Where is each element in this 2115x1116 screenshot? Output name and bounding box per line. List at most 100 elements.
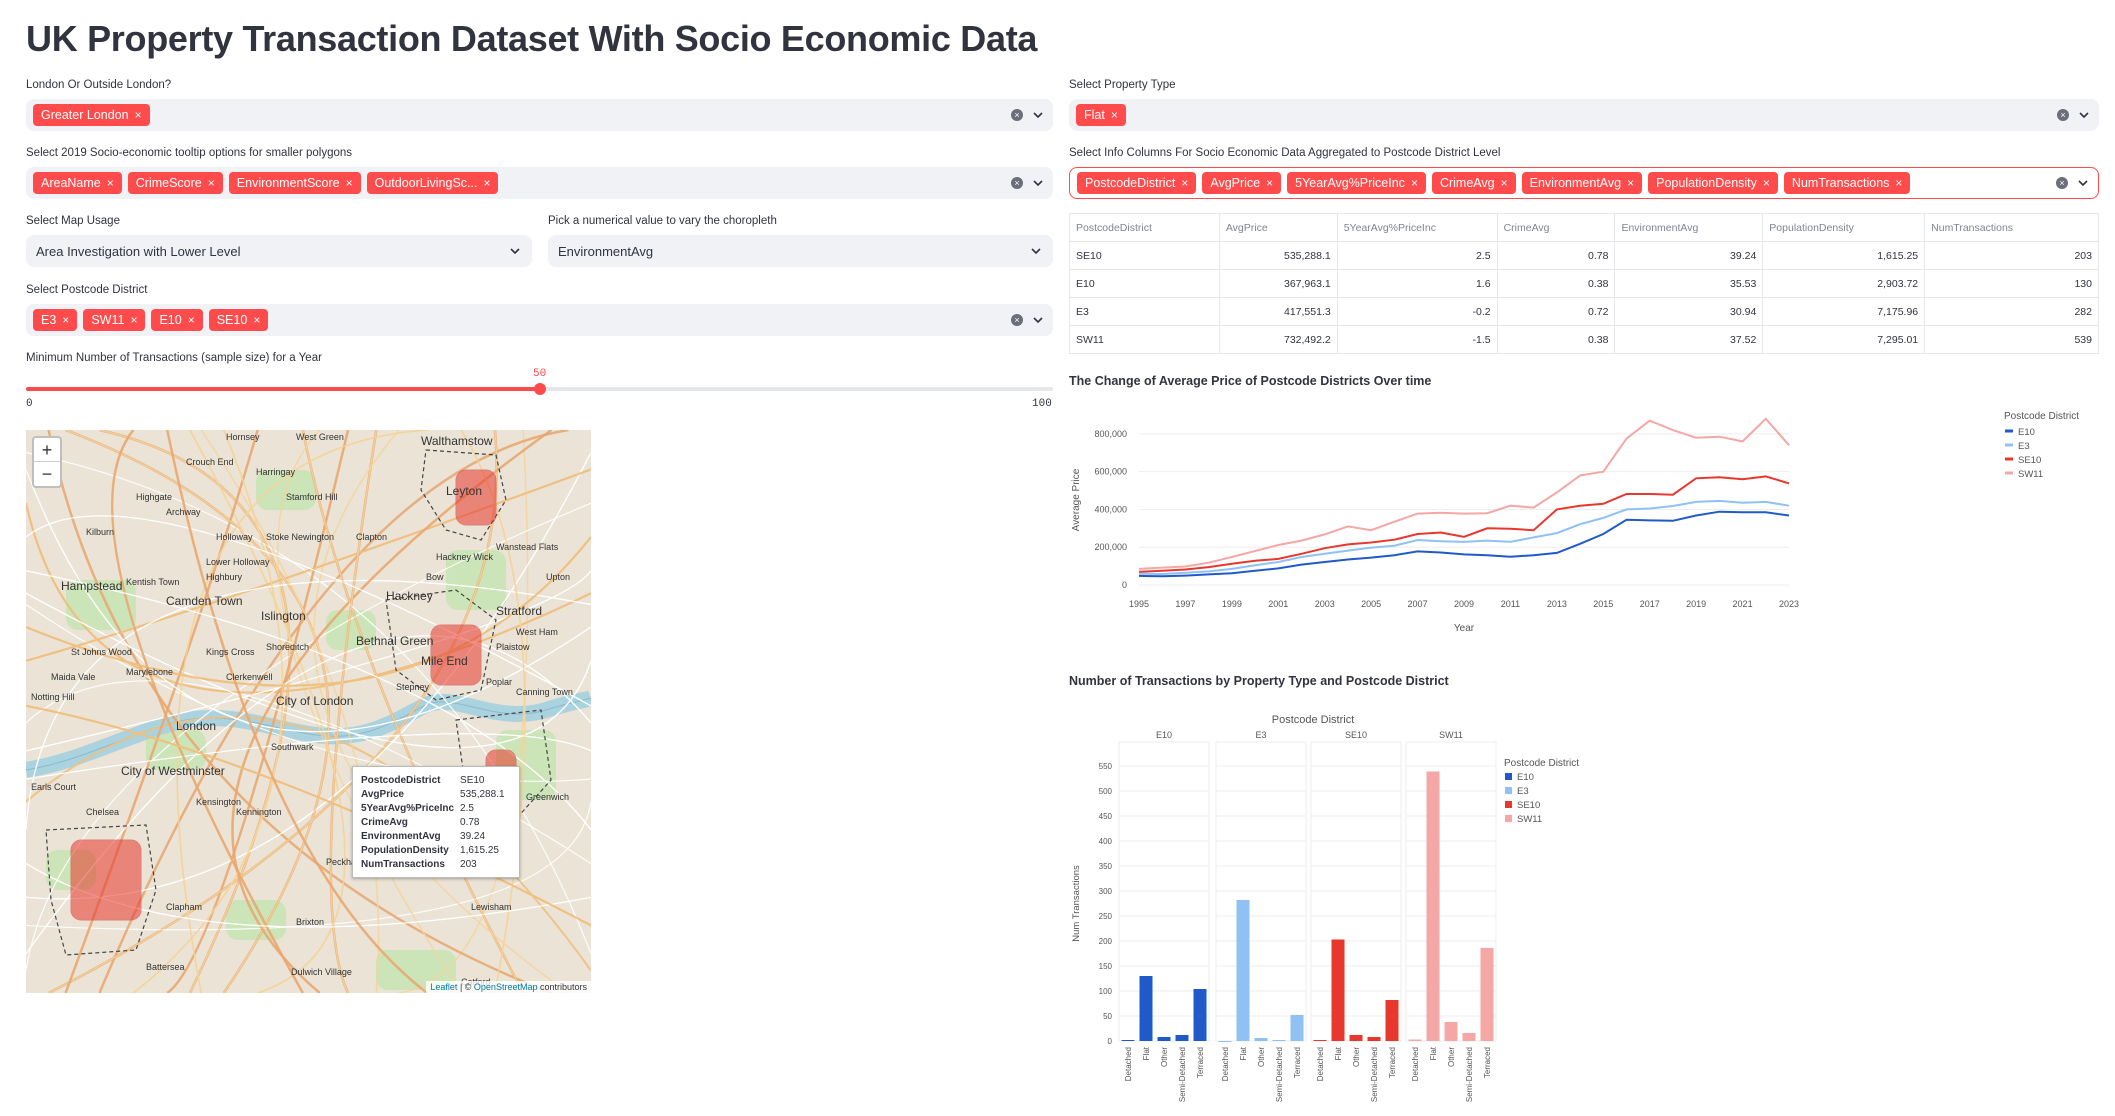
remove-tag-icon[interactable]: × [1501,176,1508,190]
info-column-tag[interactable]: AvgPrice × [1202,172,1282,194]
osm-link[interactable]: OpenStreetMap [474,982,538,992]
data-table[interactable]: PostcodeDistrict AvgPrice 5YearAvg%PriceIn… [1069,213,2099,354]
remove-tag-icon[interactable]: × [1111,108,1118,122]
clear-icon[interactable]: × [2057,109,2069,121]
series-line-SE10[interactable] [1138,475,1790,573]
tooltip-option-tag[interactable]: CrimeScore × [127,172,223,194]
table-header[interactable]: CrimeAvg [1496,213,1616,242]
table-header[interactable]: PostcodeDistrict [1069,213,1220,242]
bar-E10-Detached[interactable] [1121,1040,1135,1041]
bar-E3-Semi-Detached[interactable] [1272,1040,1286,1041]
london-multiselect[interactable]: Greater London × × [26,99,1053,131]
table-header[interactable]: 5YearAvg%PriceInc [1336,213,1498,242]
property-type-multiselect[interactable]: Flat × × [1069,99,2099,131]
chevron-down-icon[interactable] [510,246,520,256]
bar-SW11-Other[interactable] [1444,1022,1458,1041]
legend-item[interactable]: E10 [2018,427,2035,438]
info-column-tag[interactable]: 5YearAvg%PriceInc × [1287,172,1426,194]
clear-icon[interactable]: × [1011,314,1023,326]
postcode-tag[interactable]: E10 × [151,309,203,331]
clear-icon[interactable]: × [1011,177,1023,189]
postcode-tag[interactable]: E3 × [33,309,78,331]
bar-SE10-Other[interactable] [1349,1035,1363,1041]
remove-tag-icon[interactable]: × [1266,176,1273,190]
remove-tag-icon[interactable]: × [483,176,490,190]
leaflet-link[interactable]: Leaflet [430,982,457,992]
tooltip-option-tag[interactable]: OutdoorLivingSc... × [366,172,499,194]
chevron-down-icon[interactable] [1031,246,1041,256]
postcode-multiselect[interactable]: E3 × SW11 × E10 × SE10 × × [26,304,1053,336]
remove-tag-icon[interactable]: × [130,313,137,327]
remove-tag-icon[interactable]: × [208,176,215,190]
bar-SW11-Terraced[interactable] [1480,948,1494,1041]
legend-item[interactable]: SE10 [1517,800,1540,811]
bar-chart[interactable]: Postcode District 0 50 100 150 200 250 300 350 40… [1069,696,2099,1111]
tooltip-option-tag[interactable]: EnvironmentScore × [228,172,361,194]
table-header[interactable]: EnvironmentAvg [1614,213,1764,242]
remove-tag-icon[interactable]: × [1895,176,1902,190]
remove-tag-icon[interactable]: × [1411,176,1418,190]
london-tag[interactable]: Greater London × [33,104,150,126]
series-line-SW11[interactable] [1138,417,1790,570]
info-column-tag[interactable]: NumTransactions × [1783,172,1911,194]
remove-tag-icon[interactable]: × [1181,176,1188,190]
bar-SE10-Flat[interactable] [1331,939,1345,1042]
property-type-tag[interactable]: Flat × [1076,104,1126,126]
clear-icon[interactable]: × [1011,109,1023,121]
series-line-E10[interactable] [1138,510,1790,578]
tooltip-option-tag[interactable]: AreaName × [33,172,122,194]
bar-E3-Terraced[interactable] [1290,1015,1304,1041]
bar-E3-Other[interactable] [1254,1038,1268,1041]
info-column-tag[interactable]: CrimeAvg × [1431,172,1516,194]
line-chart[interactable]: 0 200,000 400,000 600,000 800,000 1995 1997 199… [1069,395,2099,645]
map-usage-select[interactable]: Area Investigation with Lower Level [26,235,532,267]
bar-E10-Semi-Detached[interactable] [1175,1035,1189,1041]
table-header[interactable]: AvgPrice [1218,213,1338,242]
table-row[interactable]: E3 417,551.3 -0.2 0.72 30.94 7,175.96 282 [1069,297,2099,326]
map[interactable]: Walthamstow Leyton Hackney Stratford Islingt… [26,430,591,993]
legend-item[interactable]: SE10 [2018,455,2041,466]
bar-SE10-Detached[interactable] [1313,1040,1327,1041]
bar-E10-Flat[interactable] [1139,976,1153,1041]
table-row[interactable]: SE10 535,288.1 2.5 0.78 39.24 1,615.25 203 [1069,241,2099,270]
remove-tag-icon[interactable]: × [135,108,142,122]
table-row[interactable]: E10 367,963.1 1.6 0.38 35.53 2,903.72 130 [1069,269,2099,298]
chevron-down-icon[interactable] [2078,178,2088,188]
bar-E3-Flat[interactable] [1236,900,1250,1041]
remove-tag-icon[interactable]: × [253,313,260,327]
zoom-out-button[interactable]: − [34,462,60,486]
zoom-in-button[interactable]: + [34,438,60,462]
legend-item[interactable]: E3 [2018,441,2030,452]
remove-tag-icon[interactable]: × [346,176,353,190]
postcode-tag[interactable]: SE10 × [208,309,269,331]
remove-tag-icon[interactable]: × [188,313,195,327]
remove-tag-icon[interactable]: × [107,176,114,190]
bar-E3-Detached[interactable] [1218,1041,1232,1042]
bar-SW11-Detached[interactable] [1408,1039,1422,1042]
slider-handle[interactable] [533,383,546,395]
remove-tag-icon[interactable]: × [1627,176,1634,190]
info-column-tag[interactable]: PopulationDensity × [1648,172,1778,194]
bar-E10-Other[interactable] [1157,1037,1171,1041]
bar-SW11-Semi-Detached[interactable] [1462,1033,1476,1041]
legend-item[interactable]: E10 [1517,772,1534,783]
remove-tag-icon[interactable]: × [62,313,69,327]
info-column-tag[interactable]: EnvironmentAvg × [1521,172,1643,194]
chevron-down-icon[interactable] [1033,315,1043,325]
chevron-down-icon[interactable] [2079,110,2089,120]
table-row[interactable]: SW11 732,492.2 -1.5 0.38 37.52 7,295.01 539 [1069,325,2099,354]
bar-SW11-Flat[interactable] [1426,771,1440,1042]
table-header[interactable]: PopulationDensity [1762,213,1926,242]
legend-item[interactable]: E3 [1517,786,1529,797]
remove-tag-icon[interactable]: × [1763,176,1770,190]
tooltip-options-multiselect[interactable]: AreaName × CrimeScore × EnvironmentScore × Out… [26,167,1053,199]
bar-SE10-Terraced[interactable] [1385,1000,1399,1041]
postcode-tag[interactable]: SW11 × [83,309,146,331]
legend-item[interactable]: SW11 [2018,469,2043,480]
info-columns-multiselect[interactable]: PostcodeDistrict × AvgPrice × 5YearAvg%Price… [1069,167,2099,199]
bar-E10-Terraced[interactable] [1193,989,1207,1041]
legend-item[interactable]: SW11 [1517,814,1542,825]
bar-SE10-Semi-Detached[interactable] [1367,1037,1381,1041]
clear-icon[interactable]: × [2056,177,2068,189]
chevron-down-icon[interactable] [1033,110,1043,120]
